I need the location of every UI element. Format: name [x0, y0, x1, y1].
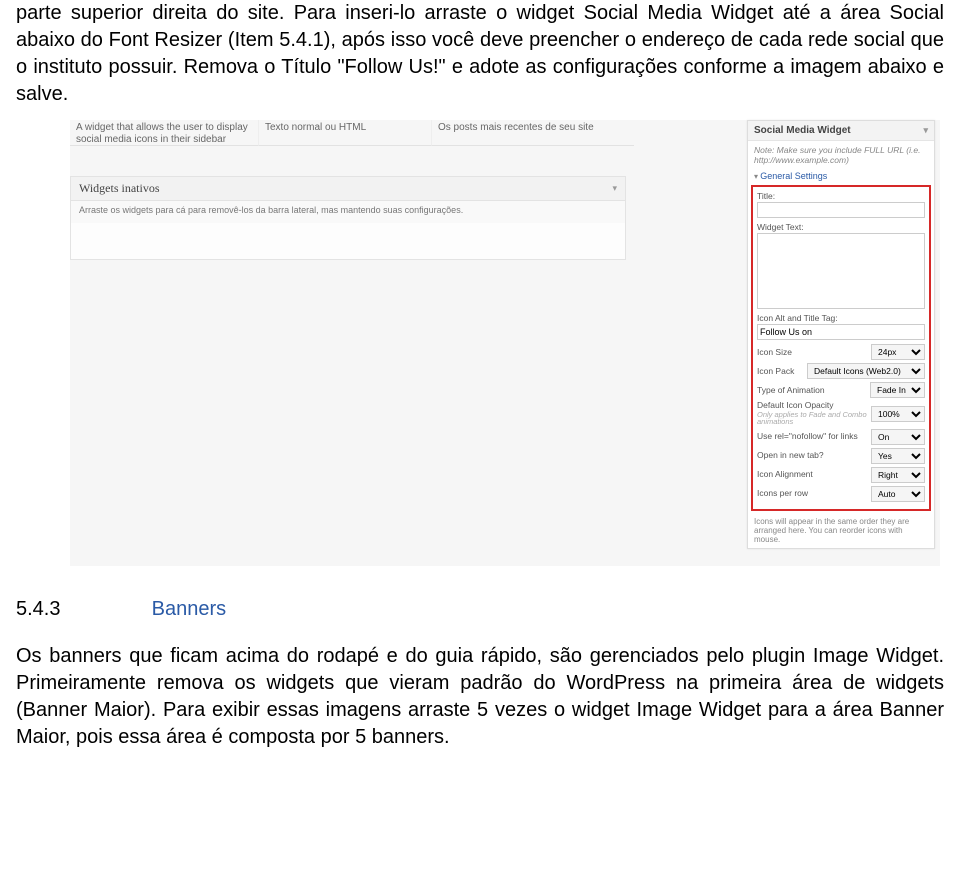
nofollow-select[interactable]: On	[871, 429, 925, 445]
inactive-widgets-title: Widgets inativos	[79, 181, 160, 196]
icons-per-row-select[interactable]: Auto	[871, 486, 925, 502]
section-heading: 5.4.3 Banners	[0, 596, 960, 623]
chevron-down-icon[interactable]: ▾	[612, 183, 617, 194]
icon-size-select[interactable]: 24px	[871, 344, 925, 360]
inactive-dropzone[interactable]	[70, 223, 626, 260]
widget-panel-title: Social Media Widget	[754, 125, 851, 136]
intro-paragraph: parte superior direita do site. Para ins…	[0, 0, 960, 108]
inactive-widgets-desc: Arraste os widgets para cá para removê-l…	[70, 201, 626, 223]
label-title: Title:	[757, 191, 925, 201]
section-number: 5.4.3	[16, 598, 60, 620]
widget-text-textarea[interactable]	[757, 233, 925, 309]
label-alignment: Icon Alignment	[757, 470, 871, 479]
label-nofollow: Use rel="nofollow" for links	[757, 432, 871, 441]
label-widget-text: Widget Text:	[757, 222, 925, 232]
social-media-widget-panel: Social Media Widget ▾ Note: Make sure yo…	[747, 120, 935, 549]
newtab-select[interactable]: Yes	[871, 448, 925, 464]
label-animation: Type of Animation	[757, 386, 870, 395]
widget-desc-text: Texto normal ou HTML	[258, 120, 431, 146]
label-newtab: Open in new tab?	[757, 451, 871, 460]
widget-desc-social: A widget that allows the user to display…	[70, 120, 258, 146]
widget-url-note: Note: Make sure you include FULL URL (i.…	[748, 141, 934, 169]
settings-screenshot: A widget that allows the user to display…	[70, 120, 940, 566]
alignment-select[interactable]: Right	[871, 467, 925, 483]
title-input[interactable]	[757, 202, 925, 218]
label-icon-pack: Icon Pack	[757, 367, 807, 376]
opacity-select[interactable]: 100%	[871, 406, 925, 422]
section-title: Banners	[152, 598, 227, 620]
highlighted-settings: Title: Widget Text: Icon Alt and Title T…	[751, 185, 931, 510]
outro-paragraph: Os banners que ficam acima do rodapé e d…	[0, 643, 960, 751]
label-icon-size: Icon Size	[757, 348, 871, 357]
label-icon-alt: Icon Alt and Title Tag:	[757, 313, 925, 323]
animation-select[interactable]: Fade In	[870, 382, 925, 398]
general-settings-toggle[interactable]: General Settings	[748, 169, 934, 185]
icon-pack-select[interactable]: Default Icons (Web2.0)	[807, 363, 925, 379]
label-icons-per-row: Icons per row	[757, 489, 871, 498]
chevron-down-icon[interactable]: ▾	[923, 125, 928, 136]
hint-opacity: Only applies to Fade and Combo animation…	[757, 411, 871, 426]
widget-desc-recent: Os posts mais recentes de seu site	[431, 120, 634, 146]
icon-alt-input[interactable]	[757, 324, 925, 340]
widget-footer-note: Icons will appear in the same order they…	[748, 515, 934, 549]
inactive-widgets-panel: Widgets inativos ▾ Arraste os widgets pa…	[70, 176, 626, 260]
